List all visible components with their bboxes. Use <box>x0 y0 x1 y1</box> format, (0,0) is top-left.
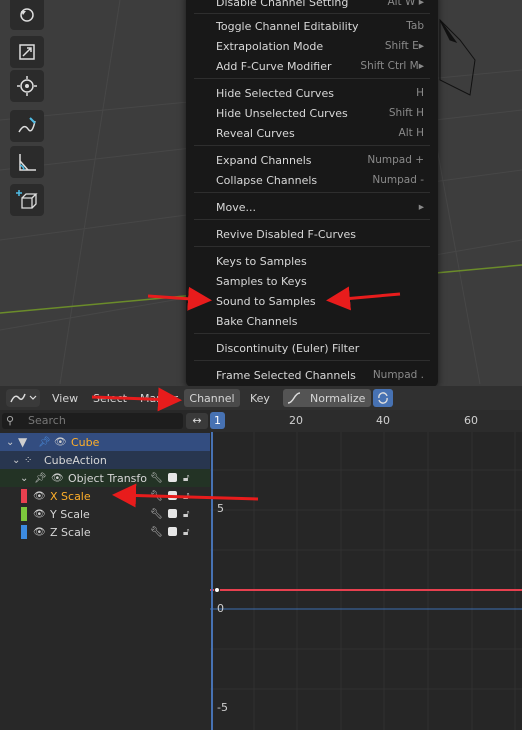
current-frame-indicator[interactable]: 1 <box>210 412 225 429</box>
rotate-tool[interactable] <box>10 0 44 30</box>
menu-separator <box>194 13 430 14</box>
channel-row-x-scale[interactable]: 👁︎ X Scale 🔧︎ 🔓︎ <box>0 487 210 505</box>
select-menu[interactable]: Select <box>93 389 127 407</box>
menu-separator <box>194 192 430 193</box>
keyframe-point[interactable] <box>214 587 220 593</box>
rotate-icon <box>20 8 34 22</box>
channel-row-action[interactable]: ⌄ ⁘ CubeAction <box>0 451 210 469</box>
wrench-icon[interactable]: 🔧︎ <box>150 473 163 484</box>
menu-item-disable-channel-setting[interactable]: Disable Channel Setting Alt W ▸ <box>186 0 438 12</box>
menu-item-move[interactable]: Move... ▸ <box>186 197 438 217</box>
annotate-tool[interactable] <box>10 110 44 142</box>
scale-icon <box>19 44 35 60</box>
eye-icon[interactable]: 👁︎ <box>33 509 46 520</box>
menu-item-frame-selected-channels[interactable]: Frame Selected Channels Numpad . <box>186 365 438 385</box>
marker-menu[interactable]: Marker <box>140 389 178 407</box>
graph-area[interactable]: 1 20 40 60 5 0 -5 <box>210 410 522 730</box>
value-label: 5 <box>217 502 224 515</box>
lock-icon[interactable]: 🔓︎ <box>183 527 189 538</box>
lock-icon[interactable]: 🔓︎ <box>183 491 189 502</box>
view-menu[interactable]: View <box>52 389 78 407</box>
channel-row-y-scale[interactable]: 👁︎ Y Scale 🔧︎ 🔓︎ <box>0 505 210 523</box>
search-field[interactable]: ⚲ Search <box>2 413 183 429</box>
collapse-chevron-icon: ⌄ <box>12 454 21 466</box>
channel-region: ⚲ Search ↔ ⌄ ▼ 📌︎ 👁︎ Cube ⌄ ⁘ CubeAction… <box>0 410 210 730</box>
transform-tool[interactable] <box>10 70 44 102</box>
camera-object <box>439 18 476 96</box>
lock-icon[interactable]: 🔓︎ <box>183 509 189 520</box>
eye-icon[interactable]: 👁︎ <box>54 437 67 448</box>
menu-item-hide-selected-curves[interactable]: Hide Selected Curves H <box>186 83 438 103</box>
checkbox-icon[interactable] <box>168 509 177 518</box>
menu-item-revive-disabled-fcurves[interactable]: Revive Disabled F-Curves <box>186 224 438 244</box>
value-label: 0 <box>217 602 224 615</box>
auto-normalize-toggle[interactable] <box>373 389 393 407</box>
pin-icon: 📌︎ <box>34 472 47 484</box>
value-label: -5 <box>217 701 228 714</box>
channel-row-object[interactable]: ⌄ ▼ 📌︎ 👁︎ Cube <box>0 433 210 451</box>
menu-item-sound-to-samples[interactable]: Sound to Samples <box>186 291 438 311</box>
frame-label: 40 <box>376 414 390 427</box>
key-menu[interactable]: Key <box>250 389 270 407</box>
eye-icon[interactable]: 👁︎ <box>33 527 46 538</box>
checkbox-icon[interactable] <box>168 491 177 500</box>
graph-editor-icon <box>10 393 37 403</box>
checkbox-icon[interactable] <box>168 473 177 482</box>
menu-item-toggle-channel-editability[interactable]: Toggle Channel Editability Tab <box>186 16 438 36</box>
channel-row-z-scale[interactable]: 👁︎ Z Scale 🔧︎ 🔓︎ <box>0 523 210 541</box>
collapse-chevron-icon: ⌄ <box>20 472 29 484</box>
add-cube-tool[interactable] <box>10 184 44 216</box>
menu-separator <box>194 360 430 361</box>
scale-tool[interactable] <box>10 36 44 68</box>
normalize-toggle[interactable]: Normalize <box>283 389 371 407</box>
menu-separator <box>194 219 430 220</box>
wrench-icon[interactable]: 🔧︎ <box>150 491 163 502</box>
action-icon: ⁘ <box>24 454 33 466</box>
eye-icon[interactable]: 👁︎ <box>51 473 64 484</box>
curve-color-swatch <box>21 525 27 539</box>
mesh-icon: ▼ <box>18 435 28 449</box>
channel-menu-button[interactable]: Channel <box>184 389 240 407</box>
eye-icon[interactable]: 👁︎ <box>33 491 46 502</box>
curve-color-swatch <box>21 507 27 521</box>
normalize-icon <box>287 391 301 408</box>
graph-gridlines <box>210 432 522 730</box>
transform-icon <box>17 76 37 96</box>
collapse-chevron-icon: ⌄ <box>6 436 15 448</box>
measure-icon <box>19 154 36 171</box>
menu-item-reveal-curves[interactable]: Reveal Curves Alt H <box>186 123 438 143</box>
menu-item-collapse-channels[interactable]: Collapse Channels Numpad - <box>186 170 438 190</box>
menu-item-keys-to-samples[interactable]: Keys to Samples <box>186 251 438 271</box>
checkbox-icon[interactable] <box>168 527 177 536</box>
menu-item-add-fcurve-modifier[interactable]: Add F-Curve Modifier Shift Ctrl M▸ <box>186 56 438 76</box>
menu-separator <box>194 246 430 247</box>
menu-item-expand-channels[interactable]: Expand Channels Numpad + <box>186 150 438 170</box>
graph-editor-header: View Select Marker Channel Key Normalize <box>0 386 522 410</box>
menu-item-bake-channels[interactable]: Bake Channels <box>186 311 438 331</box>
annotate-icon <box>18 117 36 133</box>
lock-icon[interactable]: 🔓︎ <box>183 473 189 484</box>
refresh-icon <box>378 392 388 404</box>
wrench-icon[interactable]: 🔧︎ <box>150 509 163 520</box>
wrench-icon[interactable]: 🔧︎ <box>150 527 163 538</box>
frame-label: 20 <box>289 414 303 427</box>
curve-color-swatch <box>21 489 27 503</box>
editor-type-button[interactable] <box>6 389 40 407</box>
search-icon: ⚲ <box>6 414 15 427</box>
pin-icon: 📌︎ <box>38 436 51 448</box>
frame-label: 60 <box>464 414 478 427</box>
menu-item-hide-unselected-curves[interactable]: Hide Unselected Curves Shift H <box>186 103 438 123</box>
menu-separator <box>194 78 430 79</box>
channel-menu: Disable Channel Setting Alt W ▸ Toggle Ch… <box>186 0 438 387</box>
menu-item-discontinuity-filter[interactable]: Discontinuity (Euler) Filter <box>186 338 438 358</box>
measure-tool[interactable] <box>10 146 44 178</box>
swap-arrows-button[interactable]: ↔ <box>186 413 208 429</box>
menu-separator <box>194 333 430 334</box>
menu-item-extrapolation-mode[interactable]: Extrapolation Mode Shift E▸ <box>186 36 438 56</box>
add-cube-icon <box>16 190 38 209</box>
channel-row-group[interactable]: ⌄ 📌︎ 👁︎ Object Transfo 🔧︎ 🔓︎ <box>0 469 210 487</box>
menu-item-samples-to-keys[interactable]: Samples to Keys <box>186 271 438 291</box>
menu-separator <box>194 145 430 146</box>
